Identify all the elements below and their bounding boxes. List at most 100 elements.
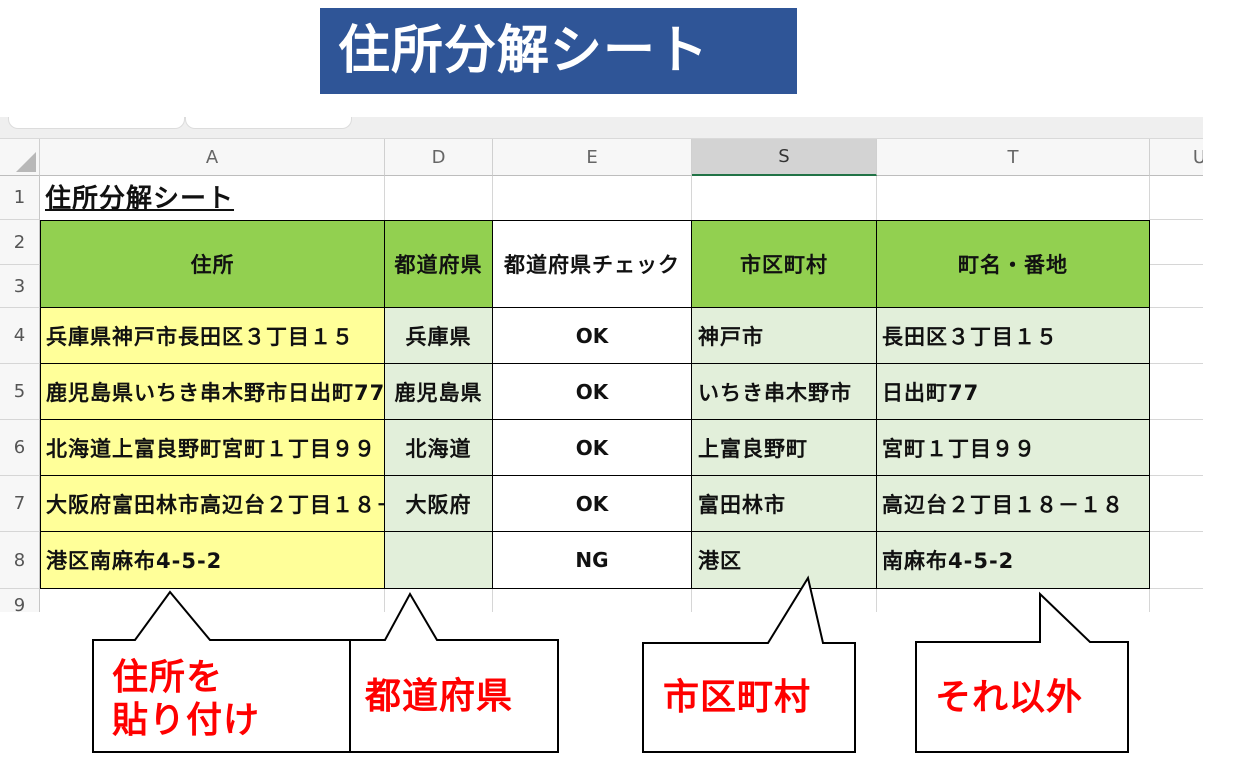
- cell-e4-check[interactable]: OK: [493, 308, 692, 364]
- row-header-9[interactable]: 9: [0, 589, 40, 612]
- cell-d4-prefecture[interactable]: 兵庫県: [385, 308, 493, 364]
- cell-u5[interactable]: [1150, 364, 1203, 420]
- prefecture-text: 鹿児島県: [394, 380, 483, 405]
- cell-s5-city[interactable]: いちき串木野市: [692, 364, 877, 420]
- column-label: S: [778, 146, 790, 167]
- cell-t4-town[interactable]: 長田区３丁目１５: [877, 308, 1150, 364]
- cell-a1-sheet-title[interactable]: 住所分解シート: [40, 176, 385, 220]
- city-text: 港区: [698, 549, 742, 573]
- prefecture-text: 大阪府: [405, 492, 472, 517]
- cell-t7-town[interactable]: 高辺台２丁目１８－１８: [877, 476, 1150, 532]
- row-header-3[interactable]: 3: [0, 265, 40, 308]
- cell-a9[interactable]: [40, 589, 385, 612]
- callout-text-other: それ以外: [935, 676, 1083, 719]
- check-result: OK: [575, 323, 609, 348]
- row-header-7[interactable]: 7: [0, 476, 40, 532]
- callout-line: 貼り付け: [112, 700, 261, 741]
- column-header-t[interactable]: T: [877, 139, 1150, 176]
- header-label: 都道府県: [394, 253, 483, 277]
- cell-u7[interactable]: [1150, 476, 1203, 532]
- cell-t8-town[interactable]: 南麻布4-5-2: [877, 532, 1150, 589]
- window-tab[interactable]: [8, 117, 185, 129]
- cell-s1[interactable]: [692, 176, 877, 220]
- cell-d8-prefecture[interactable]: [385, 532, 493, 589]
- cell-e8-check[interactable]: NG: [493, 532, 692, 589]
- header-label: 都道府県チェック: [504, 253, 680, 277]
- cell-u8[interactable]: [1150, 532, 1203, 589]
- column-label: A: [205, 146, 219, 168]
- column-header-e[interactable]: E: [493, 139, 692, 176]
- city-text: 富田林市: [698, 492, 786, 517]
- cell-s9[interactable]: [692, 589, 877, 612]
- spreadsheet-grid: A D E S T U 1 住所分解シート 2 住所 都道府県 都道府県チェック…: [0, 139, 1203, 612]
- row-number: 5: [13, 381, 26, 402]
- cell-s6-city[interactable]: 上富良野町: [692, 420, 877, 476]
- row-number: 9: [13, 595, 26, 613]
- town-text: 宮町１丁目９９: [882, 436, 1036, 461]
- cell-s4-city[interactable]: 神戸市: [692, 308, 877, 364]
- row-header-8[interactable]: 8: [0, 532, 40, 589]
- column-header-d[interactable]: D: [385, 139, 493, 176]
- header-cell-city[interactable]: 市区町村: [692, 220, 877, 308]
- check-result: NG: [575, 548, 609, 572]
- cell-e6-check[interactable]: OK: [493, 420, 692, 476]
- cell-e1[interactable]: [493, 176, 692, 220]
- column-label: U: [1193, 147, 1203, 168]
- cell-e9[interactable]: [493, 589, 692, 612]
- town-text: 長田区３丁目１５: [882, 324, 1058, 349]
- cell-u2[interactable]: [1150, 220, 1203, 265]
- cell-d6-prefecture[interactable]: 北海道: [385, 420, 493, 476]
- cell-u9[interactable]: [1150, 589, 1203, 612]
- town-text: 日出町77: [882, 380, 980, 405]
- row-header-2[interactable]: 2: [0, 220, 40, 265]
- address-text: 鹿児島県いちき串木野市日出町77: [46, 380, 385, 405]
- cell-e5-check[interactable]: OK: [493, 364, 692, 420]
- cell-s7-city[interactable]: 富田林市: [692, 476, 877, 532]
- cell-a5-address[interactable]: 鹿児島県いちき串木野市日出町77: [40, 364, 385, 420]
- column-label: T: [1007, 146, 1019, 168]
- row-header-6[interactable]: 6: [0, 420, 40, 476]
- address-text: 北海道上富良野町宮町１丁目９９: [46, 436, 376, 461]
- cell-e7-check[interactable]: OK: [493, 476, 692, 532]
- callout-text-paste-address: 住所を 貼り付け: [112, 656, 260, 742]
- column-header-u[interactable]: U: [1150, 139, 1203, 176]
- cell-d1[interactable]: [385, 176, 493, 220]
- column-header-s[interactable]: S: [692, 139, 877, 176]
- row-number: 8: [13, 549, 26, 571]
- prefecture-text: 兵庫県: [405, 324, 472, 349]
- cell-u3[interactable]: [1150, 265, 1203, 308]
- cell-u6[interactable]: [1150, 420, 1203, 476]
- header-cell-prefecture-check[interactable]: 都道府県チェック: [493, 220, 692, 308]
- header-cell-prefecture[interactable]: 都道府県: [385, 220, 493, 308]
- cell-d5-prefecture[interactable]: 鹿児島県: [385, 364, 493, 420]
- address-text: 兵庫県神戸市長田区３丁目１５: [46, 324, 354, 349]
- cell-a8-address[interactable]: 港区南麻布4-5-2: [40, 532, 385, 589]
- select-all-corner[interactable]: [0, 139, 40, 176]
- window-tab[interactable]: [185, 117, 352, 129]
- town-text: 高辺台２丁目１８－１８: [882, 492, 1124, 517]
- cell-t9[interactable]: [877, 589, 1150, 612]
- callout-bubble-prefecture: [349, 591, 559, 753]
- cell-t6-town[interactable]: 宮町１丁目９９: [877, 420, 1150, 476]
- cell-t5-town[interactable]: 日出町77: [877, 364, 1150, 420]
- row-header-1[interactable]: 1: [0, 176, 40, 220]
- cell-a4-address[interactable]: 兵庫県神戸市長田区３丁目１５: [40, 308, 385, 364]
- address-text: 大阪府富田林市高辺台２丁目１８－: [46, 492, 385, 517]
- header-cell-town[interactable]: 町名・番地: [877, 220, 1150, 308]
- callout-text-city: 市区町村: [663, 676, 811, 719]
- cell-t1[interactable]: [877, 176, 1150, 220]
- row-header-5[interactable]: 5: [0, 364, 40, 420]
- city-text: いちき串木野市: [698, 380, 852, 405]
- cell-d7-prefecture[interactable]: 大阪府: [385, 476, 493, 532]
- tab-strip: [0, 117, 1203, 139]
- cell-s8-city[interactable]: 港区: [692, 532, 877, 589]
- cell-d9[interactable]: [385, 589, 493, 612]
- cell-u1[interactable]: [1150, 176, 1203, 220]
- header-cell-address[interactable]: 住所: [40, 220, 385, 308]
- cell-u4[interactable]: [1150, 308, 1203, 364]
- cell-a6-address[interactable]: 北海道上富良野町宮町１丁目９９: [40, 420, 385, 476]
- column-header-a[interactable]: A: [40, 139, 385, 176]
- row-header-4[interactable]: 4: [0, 308, 40, 364]
- callout-line: 住所を: [112, 657, 224, 698]
- cell-a7-address[interactable]: 大阪府富田林市高辺台２丁目１８－: [40, 476, 385, 532]
